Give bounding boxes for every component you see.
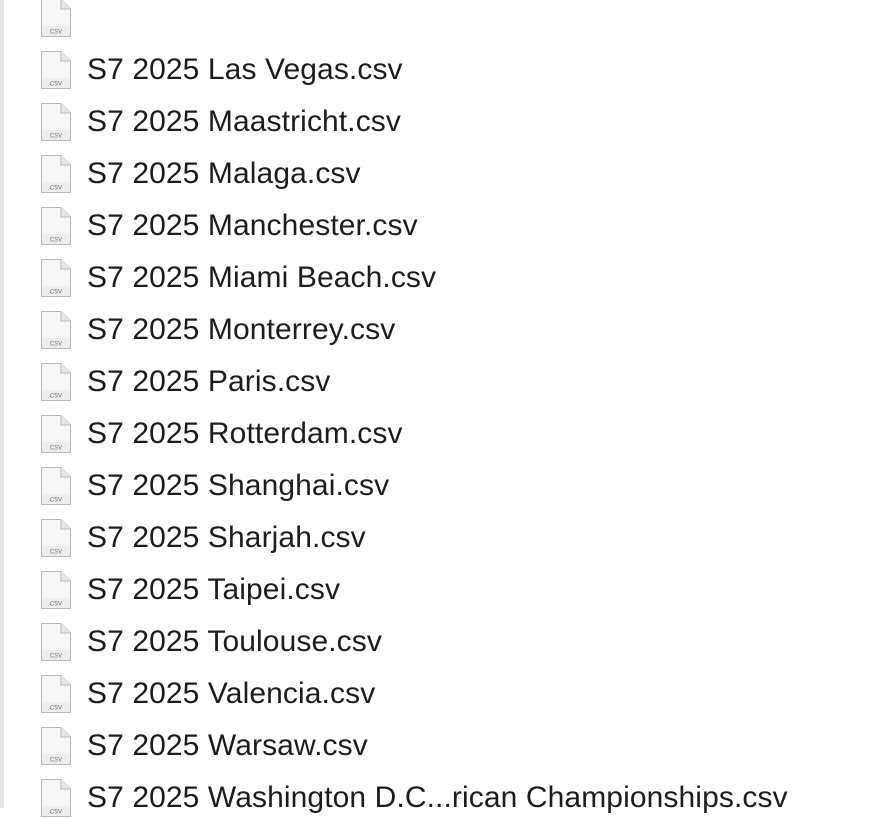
file-item[interactable]: CSV S7 2025 Rotterdam.csv [0,399,894,454]
file-item[interactable]: CSV S7 2025 Sharjah.csv [0,503,894,558]
file-name: S7 2025 Shanghai.csv [87,469,390,502]
file-name: S7 2025 Miami Beach.csv [87,261,437,294]
file-item[interactable]: CSV S7 2025 Valencia.csv [0,659,894,714]
file-name: S7 2025 Las Vegas.csv [87,53,403,86]
file-item[interactable]: CSV S7 2025 Monterrey.csv [0,295,894,350]
csv-file-icon: CSV [40,414,72,454]
csv-file-icon: CSV [40,466,72,506]
file-name: S7 2025 Maastricht.csv [87,105,402,138]
csv-file-icon: CSV [40,258,72,298]
csv-icon-label: CSV [50,810,62,816]
file-item[interactable]: CSV S7 2025 Miami Beach.csv [0,243,894,298]
csv-file-icon: CSV [40,154,72,194]
csv-file-icon: CSV [40,310,72,350]
file-list: CSV CSV S7 2025 Las Vegas.csv CSV S7 202… [0,0,894,818]
csv-file-icon: CSV [40,0,72,38]
file-name: S7 2025 Warsaw.csv [87,729,368,762]
file-item[interactable]: CSV S7 2025 Toulouse.csv [0,607,894,662]
file-name: S7 2025 Toulouse.csv [87,625,382,658]
csv-file-icon: CSV [40,674,72,714]
csv-file-icon: CSV [40,726,72,766]
file-name: S7 2025 Washington D.C...rican Champions… [87,781,788,814]
csv-file-icon: CSV [40,206,72,246]
csv-file-icon: CSV [40,570,72,610]
file-item[interactable]: CSV S7 2025 Washington D.C...rican Champ… [0,763,894,818]
csv-file-icon: CSV [40,102,72,142]
csv-file-icon: CSV [40,622,72,662]
file-item[interactable]: CSV S7 2025 Las Vegas.csv [0,35,894,90]
csv-file-icon: CSV [40,362,72,402]
file-name: S7 2025 Monterrey.csv [87,313,396,346]
file-item[interactable]: CSV S7 2025 Paris.csv [0,347,894,402]
file-name: S7 2025 Manchester.csv [87,209,418,242]
file-name: S7 2025 Malaga.csv [87,157,361,190]
csv-file-icon: CSV [40,518,72,558]
file-item[interactable]: CSV S7 2025 Malaga.csv [0,139,894,194]
csv-file-icon: CSV [40,50,72,90]
file-name: S7 2025 Valencia.csv [87,677,376,710]
file-name: S7 2025 Paris.csv [87,365,331,398]
file-name: S7 2025 Rotterdam.csv [87,417,403,450]
file-name: S7 2025 Taipei.csv [87,573,341,606]
csv-file-icon: CSV [40,778,72,818]
file-item[interactable]: CSV S7 2025 Maastricht.csv [0,87,894,142]
file-item[interactable]: CSV S7 2025 Taipei.csv [0,555,894,610]
file-item[interactable]: CSV S7 2025 Warsaw.csv [0,711,894,766]
file-name: S7 2025 Sharjah.csv [87,521,366,554]
file-item-partial[interactable]: CSV [0,0,894,38]
file-item[interactable]: CSV S7 2025 Shanghai.csv [0,451,894,506]
file-item[interactable]: CSV S7 2025 Manchester.csv [0,191,894,246]
